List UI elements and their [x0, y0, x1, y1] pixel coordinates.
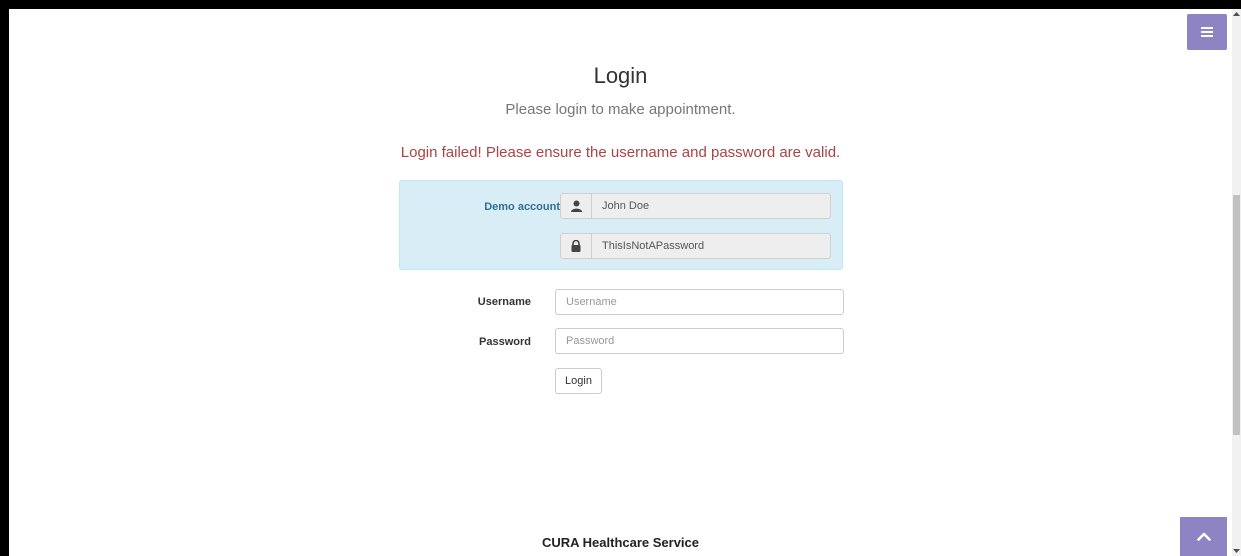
demo-username-field: John Doe [560, 193, 831, 219]
chevron-up-icon [1196, 532, 1211, 541]
demo-account-label: Demo account [484, 201, 560, 213]
demo-account-panel: Demo account John Doe ThisIsNotAPassword [399, 180, 843, 270]
lock-icon [561, 234, 592, 258]
login-button[interactable]: Login [555, 368, 602, 394]
scroll-down-arrow-icon[interactable] [1232, 546, 1241, 556]
vertical-scrollbar[interactable] [1232, 9, 1241, 556]
footer-title: CURA Healthcare Service [541, 535, 700, 550]
username-input[interactable] [555, 289, 844, 315]
scroll-to-top-button[interactable] [1180, 517, 1227, 556]
username-label: Username [477, 296, 531, 308]
password-input[interactable] [555, 328, 844, 354]
page-title: Login [593, 63, 648, 88]
demo-username-value: John Doe [602, 200, 650, 212]
page-subtitle: Please login to make appointment. [505, 101, 736, 118]
scroll-up-arrow-icon[interactable] [1232, 9, 1241, 19]
scrollbar-thumb[interactable] [1233, 195, 1240, 435]
user-icon [561, 194, 592, 218]
demo-password-field: ThisIsNotAPassword [560, 233, 831, 259]
menu-toggle-button[interactable] [1187, 14, 1227, 50]
page-viewport: Login Please login to make appointment. … [9, 9, 1232, 556]
hamburger-icon [1201, 27, 1213, 37]
login-error-message: Login failed! Please ensure the username… [400, 144, 841, 161]
demo-password-value: ThisIsNotAPassword [602, 240, 705, 252]
password-label: Password [479, 336, 531, 348]
